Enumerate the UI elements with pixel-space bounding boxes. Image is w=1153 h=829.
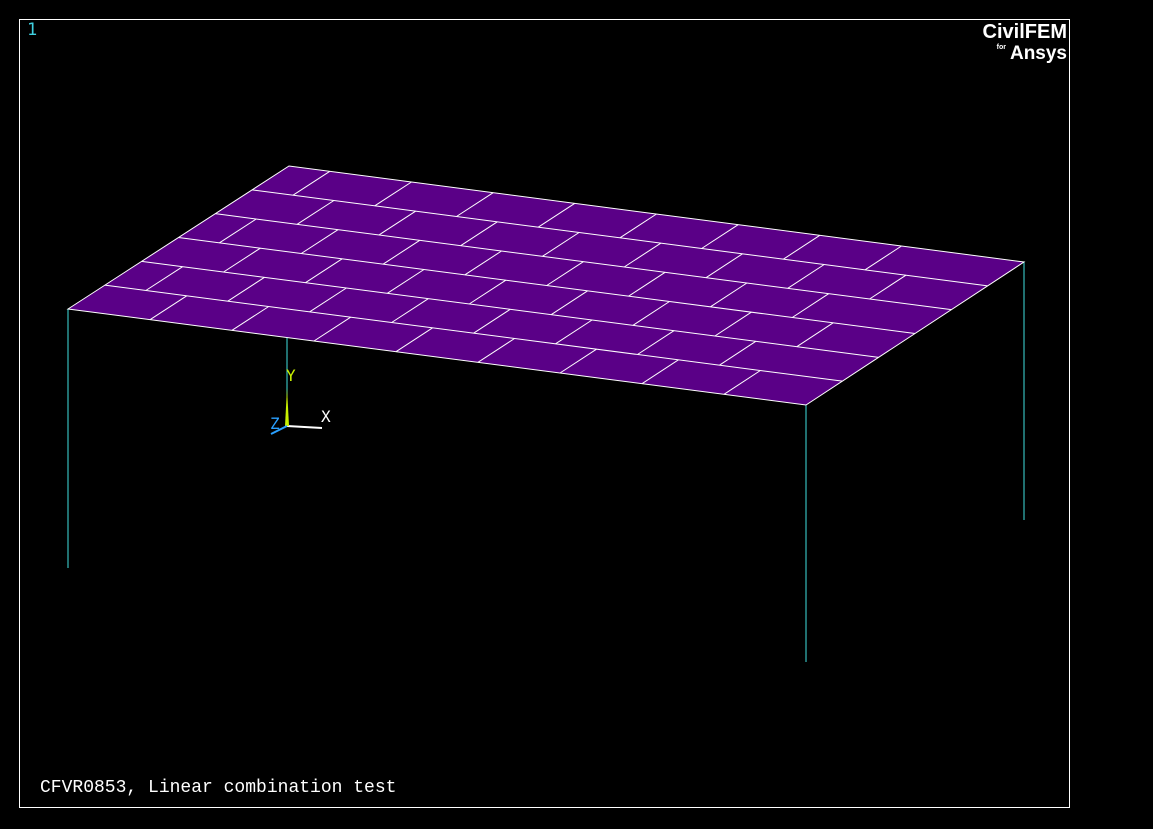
triad-z-label: Z <box>270 414 280 433</box>
triad-y-axis <box>285 388 289 426</box>
axis-triad: X Y Z <box>270 366 331 435</box>
model-title-caption: CFVR0853, Linear combination test <box>40 778 397 798</box>
triad-y-label: Y <box>286 366 296 385</box>
triad-x-axis <box>286 425 323 429</box>
slab <box>66 165 1026 406</box>
model-scene: X Y Z <box>66 165 1026 662</box>
triad-x-label: X <box>321 407 331 426</box>
graphics-viewport[interactable]: 1 CivilFEM for Ansys X Y Z CFVR0853, Line… <box>0 0 1153 829</box>
